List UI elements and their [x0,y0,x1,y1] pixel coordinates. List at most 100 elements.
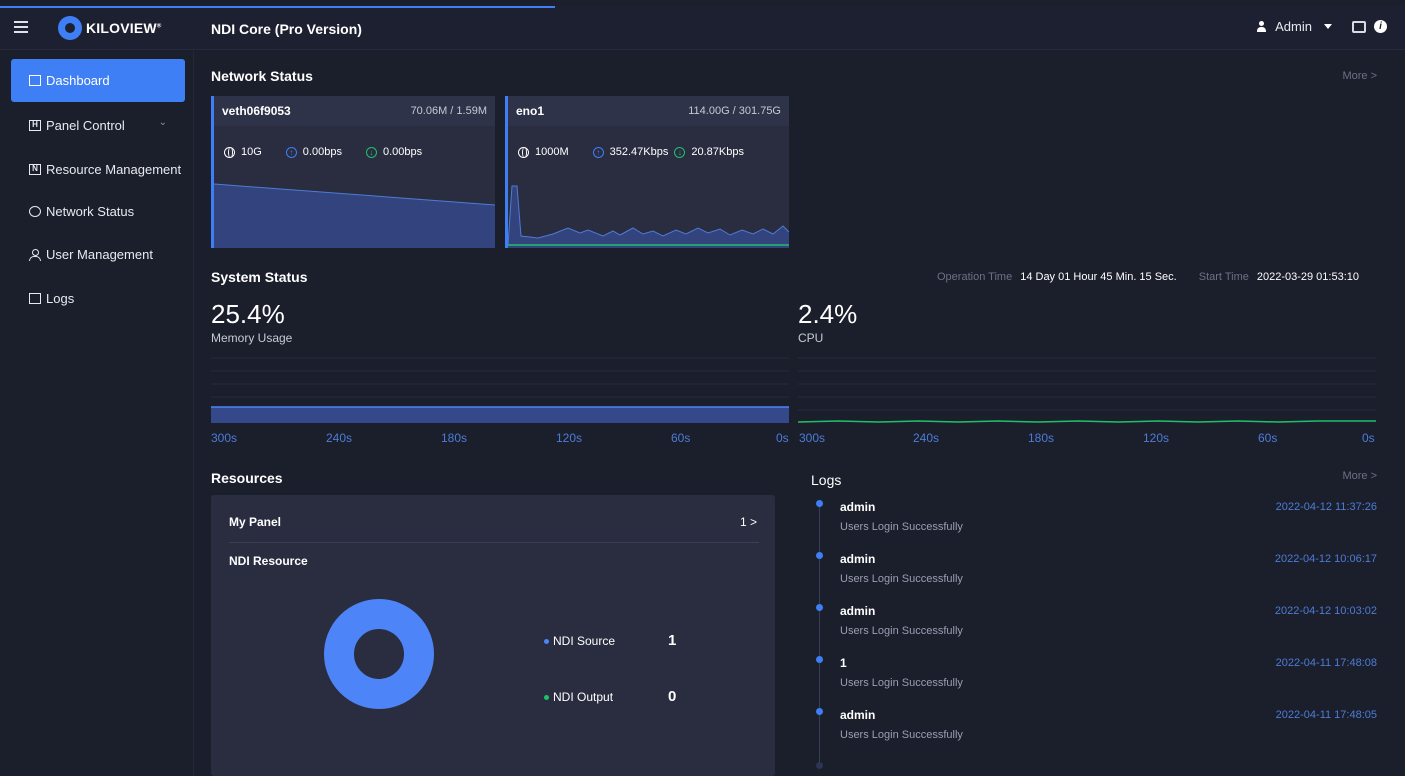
sidebar-item-label: User Management [46,247,153,262]
sidebar-item-logs[interactable]: Logs [11,277,185,320]
log-user: admin [840,708,876,722]
axis-tick: 60s [1258,431,1278,445]
legend-ndi-output: NDI Output [544,690,613,704]
sidebar-item-label: Dashboard [46,73,110,88]
upload-rate: 352.47Kbps [609,146,669,158]
axis-tick: 240s [913,431,940,445]
logs-title: Logs [811,472,842,488]
link-speed: 10G [241,146,262,158]
logo-registered-mark: ® [156,23,162,30]
timeline [819,507,820,767]
download-icon: ↓ [674,146,686,158]
network-card-eno1[interactable]: eno1 114.00G / 301.75G 1000M ↑ 352.47Kbps… [505,96,789,248]
document-icon [29,293,41,304]
logo-text: KILOVIEW [86,20,157,36]
sidebar-item-label: Resource Management [46,162,182,177]
system-meta: Operation Time 14 Day 01 Hour 45 Min. 15… [937,271,1359,283]
timeline-dot [816,604,823,611]
start-time-value: 2022-03-29 01:53:10 [1256,271,1360,283]
sidebar-item-dashboard[interactable]: Dashboard [11,59,185,102]
axis-tick: 60s [671,431,691,445]
log-user: admin [840,604,876,618]
axis-tick: 300s [799,431,826,445]
log-time: 2022-04-11 17:48:08 [1275,657,1377,669]
log-message: Users Login Successfully [840,625,963,637]
axis-tick: 120s [1143,431,1170,445]
log-time: 2022-04-11 17:48:05 [1275,709,1377,721]
memory-usage-value: 25.4% [211,299,285,329]
network-status-title: Network Status [211,68,313,84]
interface-name: eno1 [516,104,545,118]
sidebar: Dashboard H Panel Control ⌄ N Resource M… [0,51,194,776]
ndi-donut-chart [324,599,434,709]
download-rate: 0.00bps [382,146,423,158]
sidebar-item-network-status[interactable]: Network Status [11,190,185,233]
interface-total: 114.00G / 301.75G [688,105,781,117]
log-message: Users Login Successfully [840,677,963,689]
axis-tick: 0s [776,431,789,445]
operation-time-value: 14 Day 01 Hour 45 Min. 15 Sec. [1020,271,1177,283]
app-title: NDI Core (Pro Version) [211,21,362,37]
legend-label: NDI Output [553,690,614,704]
axis-tick: 180s [1028,431,1055,445]
cpu-usage-chart [798,357,1376,423]
caret-down-icon[interactable] [1324,24,1332,29]
sidebar-item-panel-control[interactable]: H Panel Control ⌄ [11,104,185,147]
layout-icon [29,75,41,86]
resources-title: Resources [211,470,283,486]
traffic-sparkline [214,183,495,248]
timeline-dot [816,708,823,715]
download-icon: ↓ [365,146,377,158]
link-speed: 1000M [535,146,569,158]
network-more-link[interactable]: More > [1342,70,1377,82]
panel-icon: H [29,120,41,131]
device-icon[interactable] [1352,20,1366,33]
menu-icon[interactable] [14,21,28,33]
globe-icon [29,206,41,217]
upload-icon: ↑ [592,146,604,158]
system-status-title: System Status [211,269,308,285]
start-time-label: Start Time [1198,271,1249,283]
resources-panel: My Panel 1 > NDI Resource NDI Source 1 N… [211,495,775,776]
interface-total: 70.06M / 1.59M [410,105,487,117]
ndi-resource-label: NDI Resource [229,554,308,568]
sidebar-item-label: Panel Control [46,118,125,133]
legend-label: NDI Source [553,634,616,648]
user-icon [29,249,41,261]
sidebar-item-label: Logs [46,291,75,306]
info-icon[interactable]: i [1374,20,1387,33]
user-menu[interactable]: Admin [1275,19,1312,34]
my-panel-row[interactable]: My Panel [229,515,281,529]
log-time: 2022-04-12 10:06:17 [1274,553,1377,565]
log-message: Users Login Successfully [840,521,963,533]
logs-more-link[interactable]: More > [1342,470,1377,482]
sidebar-item-label: Network Status [46,204,135,219]
network-card-veth[interactable]: veth06f9053 70.06M / 1.59M 10G ↑ 0.00bps … [211,96,495,248]
log-time: 2022-04-12 10:03:02 [1274,605,1377,617]
ndi-source-count: 1 [668,632,677,649]
my-panel-count[interactable]: 1 > [740,515,757,529]
globe-icon [518,146,529,158]
log-user: 1 [840,656,847,670]
axis-tick: 180s [441,431,468,445]
chevron-down-icon: ⌄ [158,117,167,128]
legend-ndi-source: NDI Source [544,634,615,648]
download-rate: 20.87Kbps [691,146,744,158]
legend-dot [544,638,549,644]
memory-usage-label: Memory Usage [211,331,293,345]
cpu-usage-label: CPU [798,331,824,345]
top-bar: KILOVIEW® NDI Core (Pro Version) Admin i [0,6,1405,50]
interface-name: veth06f9053 [222,104,291,118]
timeline-dot [816,500,823,507]
axis-tick: 300s [211,431,238,445]
user-icon [1256,21,1267,32]
traffic-sparkline [508,185,789,248]
sidebar-item-resource-management[interactable]: N Resource Management [11,148,185,191]
sidebar-item-user-management[interactable]: User Management [11,233,185,276]
timeline-dot [816,552,823,559]
log-user: admin [840,500,876,514]
legend-dot [544,694,549,700]
timeline-dot [816,656,823,663]
log-user: admin [840,552,876,566]
upload-icon: ↑ [285,146,297,158]
